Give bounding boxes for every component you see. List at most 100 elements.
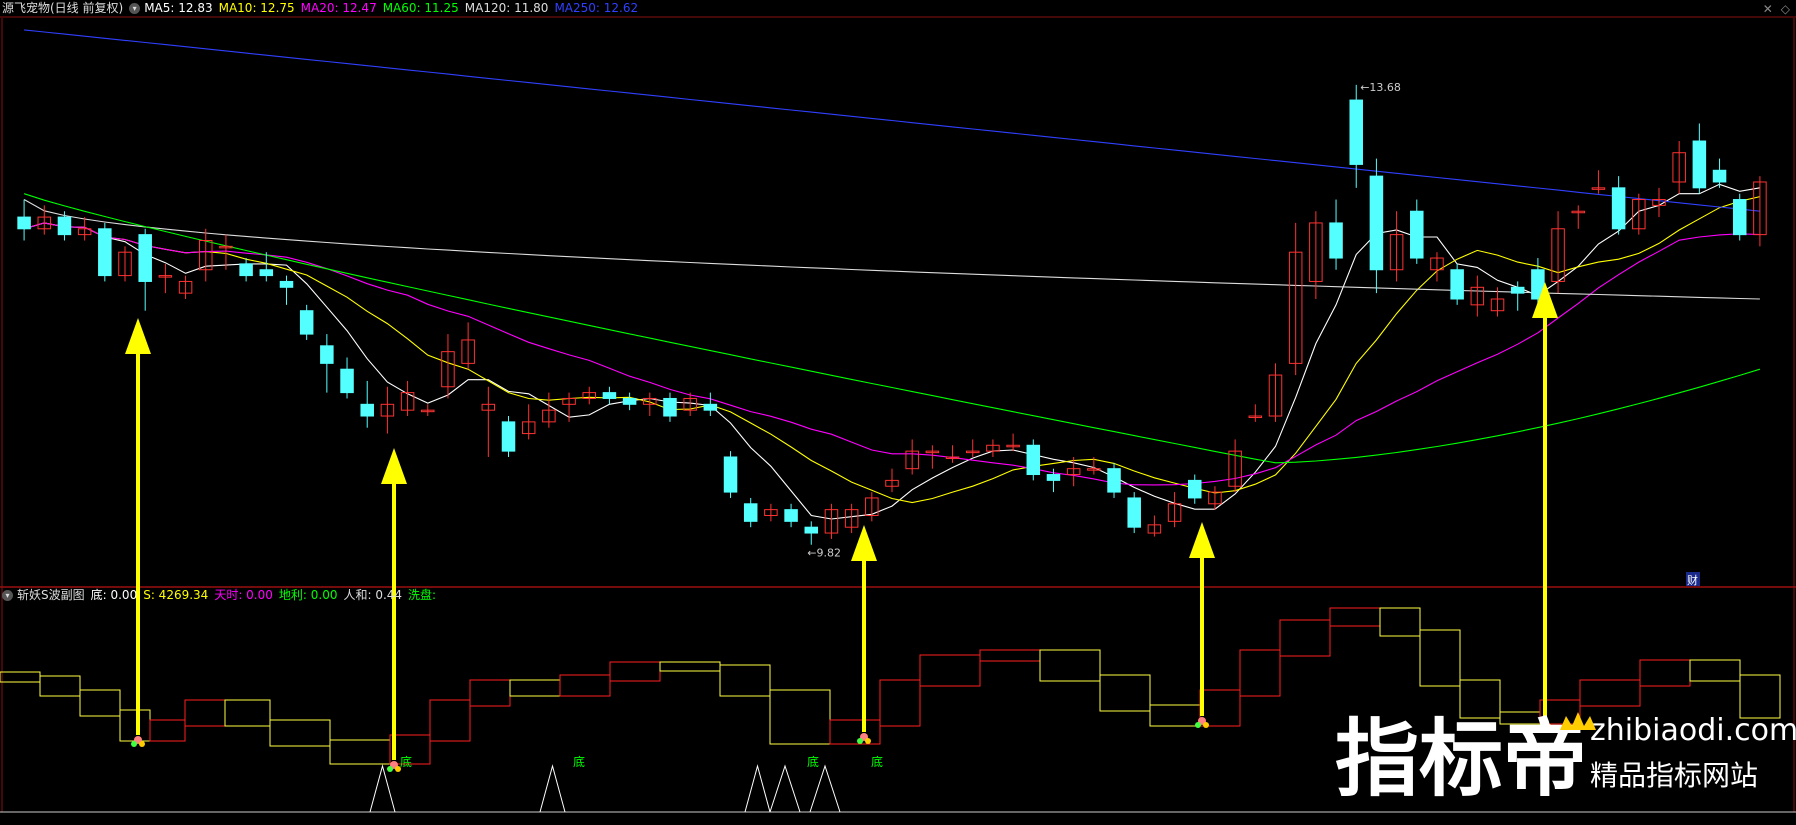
wave-step bbox=[1199, 689, 1241, 727]
candle-body bbox=[98, 228, 112, 277]
wave-step bbox=[1099, 674, 1151, 712]
di-label: 底 bbox=[400, 754, 412, 769]
wave-step bbox=[1379, 607, 1421, 637]
ma-legend-4: MA120: 11.80 bbox=[464, 1, 549, 15]
wave-step bbox=[829, 719, 881, 745]
sub-legend-0: 底: 0.00 bbox=[90, 588, 138, 602]
candle-body bbox=[1026, 444, 1041, 476]
candle-body bbox=[17, 216, 31, 230]
signal-dot bbox=[395, 766, 401, 772]
candle-body bbox=[743, 503, 758, 522]
candle-body bbox=[1450, 269, 1464, 300]
candle-body bbox=[1611, 187, 1626, 230]
wave-step bbox=[0, 671, 41, 683]
wave-step bbox=[659, 661, 721, 672]
candlestick-series: ←13.68 ←9.82 财 bbox=[17, 81, 1767, 587]
candle-body bbox=[501, 421, 516, 452]
ma-legend-2: MA20: 12.47 bbox=[300, 1, 377, 15]
signal-arrow-head bbox=[125, 318, 151, 354]
dropdown-icon[interactable]: ▾ bbox=[129, 3, 141, 14]
candle-body bbox=[138, 234, 152, 282]
wave-step bbox=[429, 699, 471, 742]
corner-controls: ✕ ◇ bbox=[1755, 2, 1790, 16]
wave-step bbox=[1149, 704, 1201, 727]
wave-step bbox=[1039, 649, 1101, 682]
wave-step bbox=[1239, 649, 1281, 697]
ma20-line bbox=[23, 222, 1760, 486]
candle-body bbox=[1127, 497, 1141, 528]
candle-body bbox=[299, 310, 314, 335]
watermark-tagline: 精品指标网站 bbox=[1590, 759, 1758, 792]
candle-body bbox=[1410, 210, 1424, 259]
wave-step bbox=[149, 719, 186, 742]
sub-legend-5: 洗盘: bbox=[408, 588, 437, 602]
candle-body bbox=[320, 345, 334, 364]
sub-legend-4: 人和: 0.44 bbox=[343, 588, 403, 602]
candle-body bbox=[340, 368, 354, 394]
dropdown-icon[interactable]: ▾ bbox=[2, 590, 13, 601]
candle-body bbox=[57, 216, 72, 236]
wave-step bbox=[79, 689, 121, 717]
wave-step bbox=[329, 739, 391, 765]
close-icon[interactable]: ✕ bbox=[1763, 2, 1773, 16]
ma-legend-5: MA250: 12.62 bbox=[554, 1, 639, 15]
wave-step bbox=[879, 679, 921, 727]
stock-title[interactable]: 源飞宠物(日线 前复权) bbox=[2, 1, 123, 15]
candle-body bbox=[804, 526, 819, 534]
wave-step bbox=[39, 675, 81, 697]
di-label: 底 bbox=[807, 754, 819, 769]
main-chart-header: 源飞宠物(日线 前复权) ▾ MA5: 12.83 MA10: 12.75 MA20: … bbox=[2, 0, 650, 17]
candle-body bbox=[1732, 199, 1747, 236]
candle-body bbox=[239, 263, 253, 277]
candle-body bbox=[622, 397, 637, 405]
wave-step bbox=[509, 679, 561, 697]
bottom-spike bbox=[744, 764, 771, 813]
signal-arrow-head bbox=[1189, 522, 1215, 558]
watermark-url: zhibiaodi.com bbox=[1590, 713, 1796, 748]
candle-body bbox=[1107, 468, 1121, 493]
chart-svg[interactable]: ←13.68 ←9.82 财 底 底 底 底 指标帝 zhibiaodi.com 精品指标网站 bbox=[0, 0, 1796, 821]
candle-body bbox=[1692, 140, 1707, 189]
high-price-marker: ←13.68 bbox=[1360, 81, 1401, 94]
watermark-logo-text: 指标帝 bbox=[1335, 710, 1587, 808]
chart-canvas[interactable]: ←13.68 ←9.82 财 底 底 底 底 指标帝 zhibiaodi.com 精品指标网站 bbox=[0, 0, 1796, 821]
low-price-marker: ←9.82 bbox=[807, 547, 841, 560]
wave-step bbox=[1579, 679, 1641, 707]
wave-step bbox=[184, 699, 226, 727]
candle-body bbox=[360, 403, 374, 417]
signal-dot bbox=[1203, 722, 1209, 728]
bottom-spike bbox=[369, 764, 396, 813]
indicator-title[interactable]: 斩妖S波副图 bbox=[17, 588, 85, 602]
wave-step bbox=[1739, 674, 1781, 719]
candle-body bbox=[723, 456, 738, 493]
wave-step bbox=[1689, 659, 1741, 682]
candle-body bbox=[1369, 175, 1384, 271]
candle-body bbox=[663, 397, 677, 417]
candle-body bbox=[1329, 222, 1343, 259]
wave-step bbox=[224, 699, 271, 727]
wave-step bbox=[1419, 629, 1461, 687]
signal-dot bbox=[865, 738, 871, 744]
diamond-icon[interactable]: ◇ bbox=[1781, 2, 1790, 16]
signal-dot bbox=[131, 741, 137, 747]
ma250-line bbox=[24, 29, 1760, 212]
wave-step bbox=[769, 689, 831, 745]
candle-body bbox=[1712, 169, 1727, 183]
signal-dot bbox=[387, 766, 393, 772]
wave-step bbox=[559, 674, 611, 697]
candle-body bbox=[279, 280, 294, 288]
chart-frame bbox=[0, 16, 1796, 813]
sub-chart-header: ▾ 斩妖S波副图 底: 0.00 S: 4269.34 天时: 0.00 地利: 0.00… bbox=[2, 587, 448, 604]
candle-body bbox=[1188, 479, 1202, 499]
bottom-spike bbox=[809, 764, 841, 813]
candle-body bbox=[1349, 99, 1363, 165]
signal-dot bbox=[139, 741, 145, 747]
bottom-signal-arrows: 指标帝 zhibiaodi.com 精品指标网站 bbox=[125, 282, 1796, 808]
bottom-spike bbox=[769, 764, 801, 813]
ma-legend-3: MA60: 11.25 bbox=[382, 1, 459, 15]
ma-legend-0: MA5: 12.83 bbox=[144, 1, 213, 15]
wave-step bbox=[719, 664, 771, 697]
ma-legend-1: MA10: 12.75 bbox=[218, 1, 295, 15]
signal-arrow-head bbox=[851, 525, 877, 561]
ma10-line bbox=[23, 196, 1761, 504]
